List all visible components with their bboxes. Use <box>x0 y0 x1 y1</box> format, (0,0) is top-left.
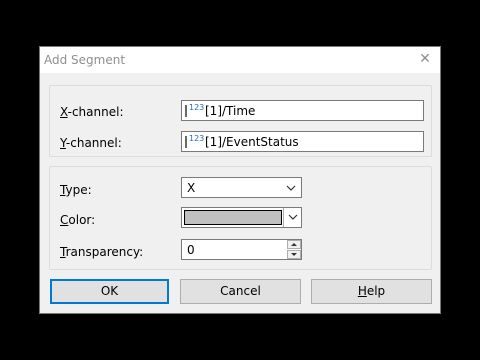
color-label: Color: <box>60 213 96 227</box>
color-dropdown-button[interactable] <box>283 208 301 227</box>
help-button[interactable]: Help <box>311 279 432 304</box>
transparency-value: 0 <box>187 243 195 257</box>
type-label: Type: <box>60 183 92 197</box>
chevron-down-icon <box>288 214 298 220</box>
color-swatch <box>184 210 282 225</box>
close-icon[interactable]: ✕ <box>416 50 434 68</box>
color-picker[interactable] <box>181 207 302 228</box>
arrow-up-icon <box>291 243 297 246</box>
cancel-button[interactable]: Cancel <box>180 279 301 304</box>
channel-marker-icon <box>185 105 187 117</box>
spin-down-button[interactable] <box>287 250 301 259</box>
numeric-channel-badge: 123 <box>189 103 205 112</box>
spinner-buttons <box>287 240 301 259</box>
numeric-channel-badge: 123 <box>189 134 205 143</box>
x-channel-field[interactable]: 123 [1]/Time <box>181 100 424 121</box>
add-segment-dialog: Add Segment ✕ X-channel: 123 [1]/Time Y-… <box>39 46 441 314</box>
spin-up-button[interactable] <box>287 240 301 249</box>
y-channel-label: Y-channel: <box>60 136 122 150</box>
x-channel-label: X-channel: <box>60 105 124 119</box>
dialog-title: Add Segment <box>44 53 126 67</box>
type-select[interactable]: X <box>181 177 302 198</box>
transparency-label: Transparency: <box>60 245 144 259</box>
ok-button[interactable]: OK <box>50 279 169 304</box>
arrow-down-icon <box>291 253 297 256</box>
channel-marker-icon <box>185 136 187 148</box>
x-channel-value: [1]/Time <box>205 104 256 118</box>
y-channel-field[interactable]: 123 [1]/EventStatus <box>181 131 424 152</box>
y-channel-value: [1]/EventStatus <box>205 135 299 149</box>
channel-group: X-channel: 123 [1]/Time Y-channel: 123 [… <box>49 85 432 157</box>
chevron-down-icon <box>286 185 296 191</box>
type-value: X <box>187 181 196 195</box>
properties-group: Type: X Color: Transparency: 0 <box>49 166 432 270</box>
transparency-spinner[interactable]: 0 <box>181 239 302 260</box>
title-bar: Add Segment ✕ <box>40 47 440 73</box>
